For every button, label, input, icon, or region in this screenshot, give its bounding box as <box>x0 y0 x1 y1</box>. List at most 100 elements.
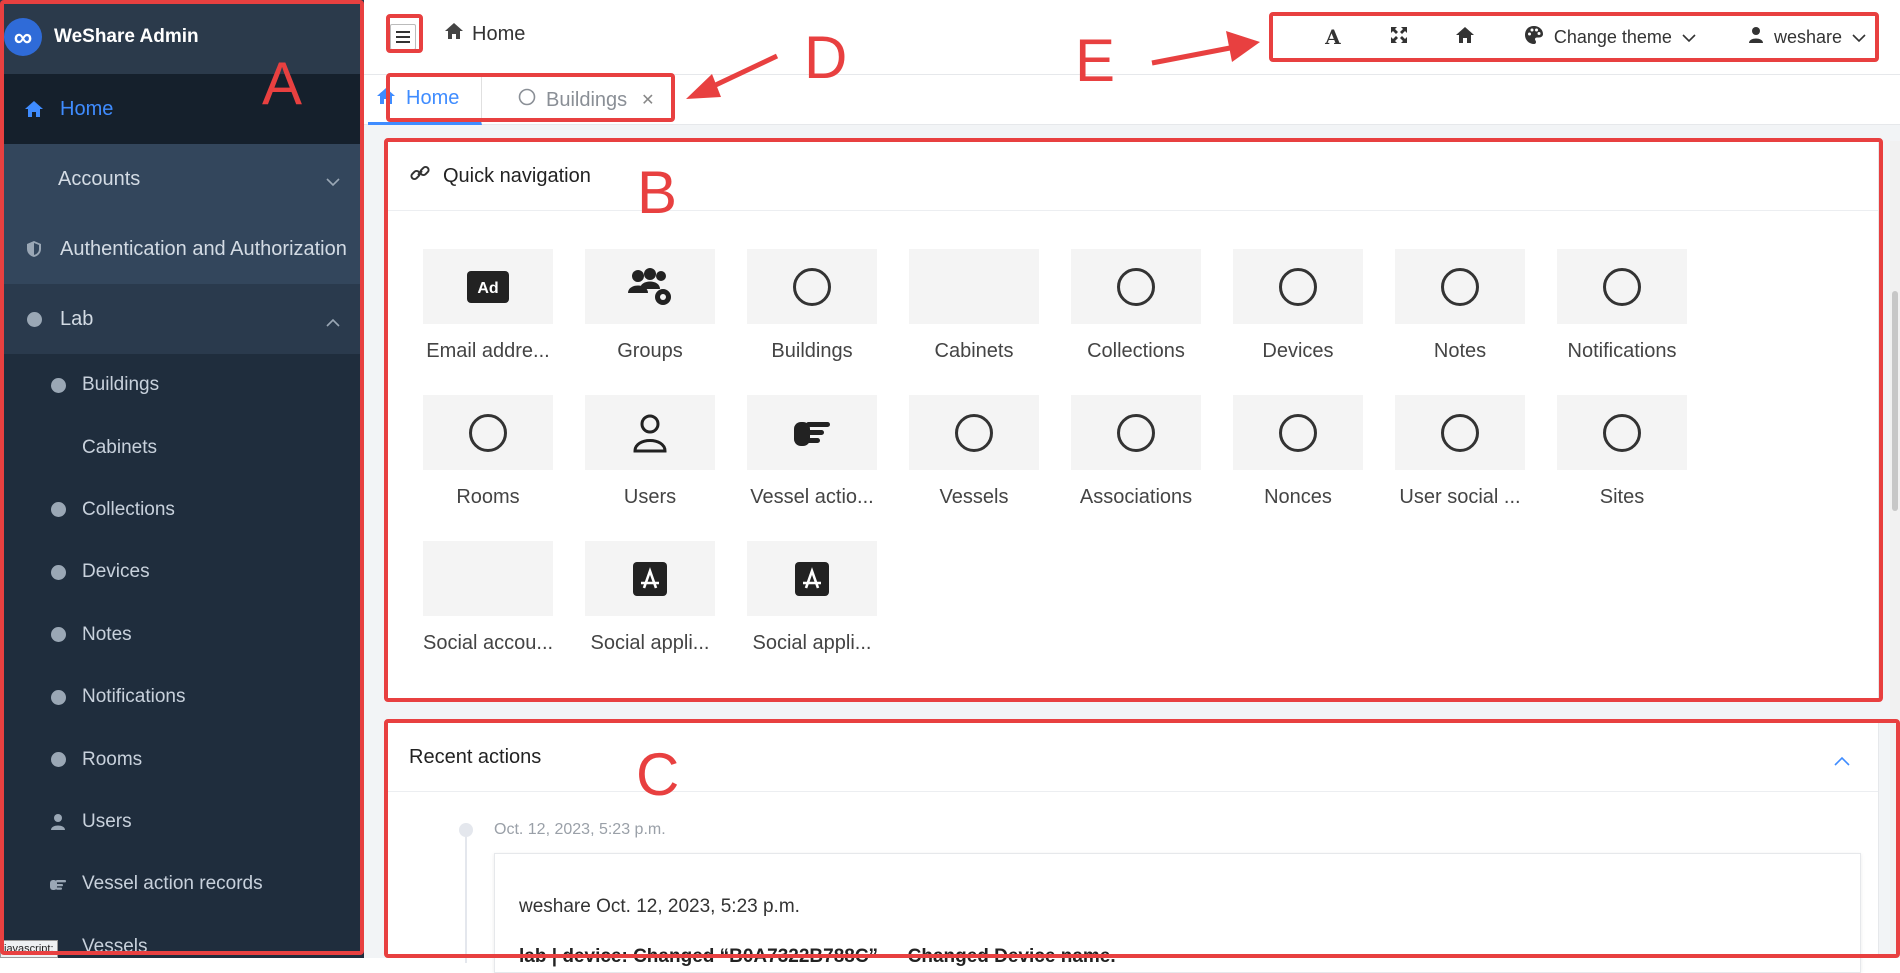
svg-text:Ad: Ad <box>477 280 498 297</box>
sidebar-item-home[interactable]: Home <box>0 74 364 144</box>
annotation-label-a: A <box>262 50 303 117</box>
sidebar-item-lab[interactable]: Lab <box>0 284 364 354</box>
card-title: Recent actions <box>409 745 542 768</box>
quick-nav-tile[interactable]: Social appli... <box>585 541 715 671</box>
quick-nav-tile[interactable]: Collections <box>1071 249 1201 379</box>
fullscreen-button[interactable] <box>1366 14 1432 60</box>
font-size-button[interactable]: A <box>1300 14 1366 60</box>
infinity-logo-icon: ∞ <box>4 18 42 56</box>
quick-nav-tile[interactable]: Users <box>585 395 715 525</box>
home-button[interactable] <box>1432 14 1498 60</box>
quick-nav-tile-label: Notifications <box>1567 340 1677 362</box>
sidebar-subitem-rooms[interactable]: Rooms <box>0 728 364 790</box>
user-icon <box>48 813 68 831</box>
dot-icon <box>48 752 68 768</box>
quick-nav-tile[interactable]: Devices <box>1233 249 1363 379</box>
entry-summary: weshare Oct. 12, 2023, 5:23 p.m. <box>519 896 800 917</box>
sidebar-subitem-label: Cabinets <box>82 436 157 458</box>
quick-nav-tile[interactable]: Rooms <box>423 395 553 525</box>
sidebar-subitem-label: Buildings <box>82 374 160 396</box>
quick-nav-tile[interactable]: User social ... <box>1395 395 1525 525</box>
brand[interactable]: ∞ WeShare Admin <box>0 0 364 74</box>
quick-nav-tile-label: Nonces <box>1264 486 1332 508</box>
quick-nav-tile[interactable]: Buildings <box>747 249 877 379</box>
sidebar-item-label: Authentication and Authorization <box>60 237 347 260</box>
quick-nav-tile[interactable]: Nonces <box>1233 395 1363 525</box>
quick-nav-tile[interactable]: Vessel actio... <box>747 395 877 525</box>
quick-nav-tile[interactable]: Social accou... <box>423 541 553 671</box>
sidebar-subitem-notes[interactable]: Notes <box>0 604 364 666</box>
quick-navigation-card: Quick navigation Ad Email addre... Groups B… <box>386 141 1879 699</box>
home-icon <box>376 87 396 111</box>
sidebar-subitem-buildings[interactable]: Buildings <box>0 354 364 416</box>
sidebar-subitem-label: Users <box>82 810 132 832</box>
topbar: Home A Change theme weshare <box>364 0 1900 75</box>
circle-icon <box>1233 249 1363 324</box>
quick-nav-tile-label: Sites <box>1599 486 1645 508</box>
close-icon[interactable]: ✕ <box>641 90 654 110</box>
annotation-label-d: D <box>804 24 848 91</box>
sidebar-subitem-collections[interactable]: Collections <box>0 479 364 541</box>
chevron-up-icon <box>326 310 340 333</box>
quick-nav-tile-label: Social appli... <box>590 632 710 654</box>
quick-nav-tile-label: User social ... <box>1399 486 1521 508</box>
quick-nav-tile[interactable]: Cabinets <box>909 249 1039 379</box>
hand-point-icon <box>747 395 877 470</box>
sidebar-subitem-label: Notes <box>82 623 132 645</box>
circle-icon <box>909 395 1039 470</box>
sidebar: ∞ WeShare Admin Home Accounts Authentica… <box>0 0 364 958</box>
quick-nav-tile[interactable]: Notifications <box>1557 249 1687 379</box>
change-theme-dropdown[interactable]: Change theme <box>1498 14 1722 60</box>
chevron-up-icon[interactable] <box>1834 749 1850 772</box>
tab-label: Buildings <box>546 88 628 111</box>
user-icon <box>585 395 715 470</box>
breadcrumb[interactable]: Home <box>444 22 525 46</box>
font-icon: A <box>1325 25 1341 49</box>
timeline-entry: weshare Oct. 12, 2023, 5:23 p.m. lab | d… <box>494 853 1861 973</box>
quick-nav-tile-label: Groups <box>617 340 683 362</box>
header-tools: A Change theme weshare <box>1300 14 1874 60</box>
sidebar-item-label: Accounts <box>58 167 141 190</box>
hand-point-icon <box>48 877 68 891</box>
sidebar-item-accounts[interactable]: Accounts <box>0 144 364 214</box>
quick-nav-tile-label: Collections <box>1087 340 1185 362</box>
quick-nav-tile[interactable]: Sites <box>1557 395 1687 525</box>
tab-bar: Home Buildings ✕ <box>364 75 1900 125</box>
entry-detail[interactable]: lab | device: Changed “B0A7322B788C” — C… <box>519 946 1116 968</box>
tab-home[interactable]: Home <box>368 75 482 125</box>
scrollbar[interactable] <box>1890 141 1900 958</box>
brand-title: WeShare Admin <box>54 26 199 47</box>
quick-nav-tile[interactable]: Vessels <box>909 395 1039 525</box>
quick-nav-tile[interactable]: Associations <box>1071 395 1201 525</box>
quick-nav-tile[interactable]: Notes <box>1395 249 1525 379</box>
sidebar-subitem-notifications[interactable]: Notifications <box>0 666 364 728</box>
quick-nav-tile[interactable]: Groups <box>585 249 715 379</box>
breadcrumb-label: Home <box>472 22 526 45</box>
tab-buildings[interactable]: Buildings ✕ <box>518 75 655 125</box>
app-store-icon <box>747 541 877 616</box>
sidebar-subitem-users[interactable]: Users <box>0 791 364 853</box>
quick-nav-tile[interactable]: Ad Email addre... <box>423 249 553 379</box>
user-label: weshare <box>1773 26 1842 47</box>
palette-icon <box>1524 25 1544 50</box>
quick-nav-tile-label: Social appli... <box>752 632 872 654</box>
sidebar-subitem-cabinets[interactable]: Cabinets <box>0 416 364 478</box>
sidebar-item-auth[interactable]: Authentication and Authorization <box>0 214 364 284</box>
tab-label: Home <box>406 87 460 109</box>
sidebar-subitem-devices[interactable]: Devices <box>0 541 364 603</box>
sidebar-subitem-label: Rooms <box>82 748 143 770</box>
user-dropdown[interactable]: weshare <box>1722 14 1874 60</box>
sidebar-subitem-label: Collections <box>82 498 175 520</box>
home-icon <box>22 100 46 118</box>
circle-icon <box>1233 395 1363 470</box>
empty-icon-box <box>423 541 553 616</box>
quick-nav-tile-label: Social accou... <box>423 632 553 654</box>
sidebar-subitem-label: Vessels <box>82 935 148 957</box>
dot-icon <box>48 627 68 643</box>
annotation-label-c: C <box>636 741 680 808</box>
sidebar-subitem-vessel-action-records[interactable]: Vessel action records <box>0 853 364 915</box>
quick-nav-tile[interactable]: Social appli... <box>747 541 877 671</box>
menu-toggle-button[interactable] <box>390 24 416 50</box>
chevron-down-icon <box>1852 27 1866 48</box>
sidebar-subitem-label: Notifications <box>82 686 186 708</box>
